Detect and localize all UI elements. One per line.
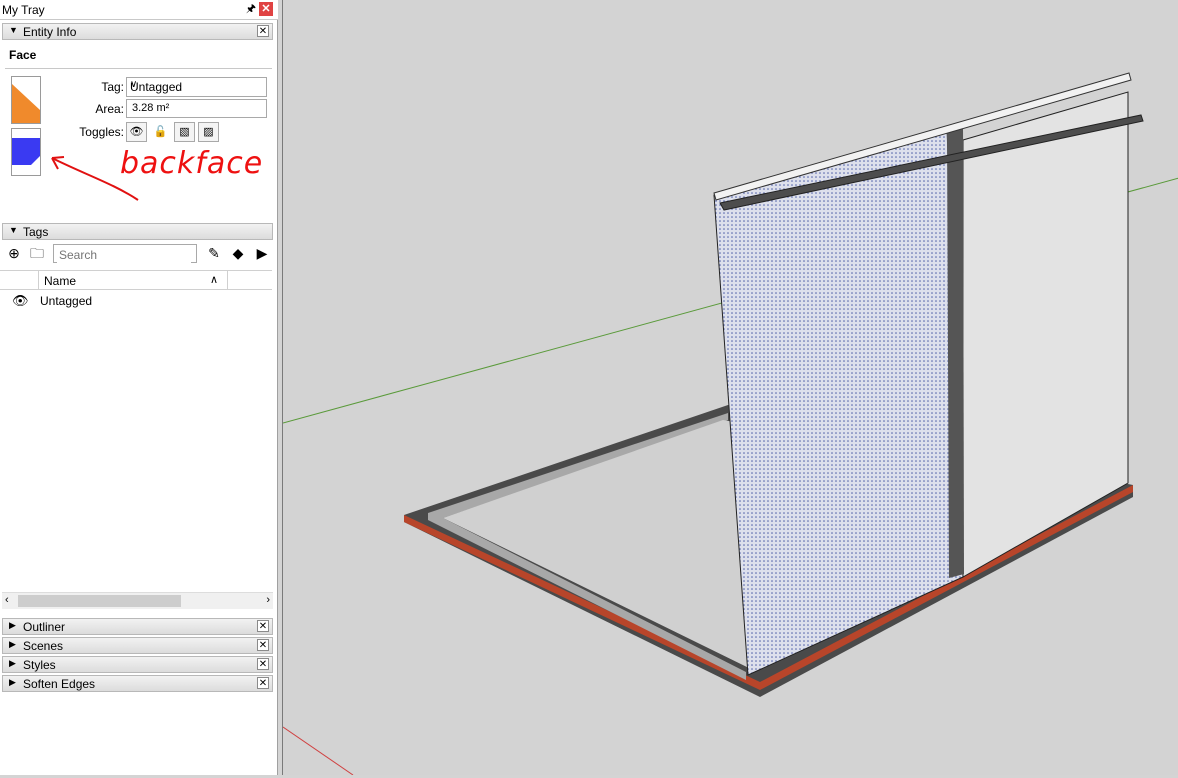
- scenes-title: Scenes: [23, 639, 64, 653]
- tags-title: Tags: [23, 225, 49, 239]
- close-panel-icon[interactable]: ✕: [257, 639, 269, 651]
- sort-ascending-icon: ∧: [210, 274, 219, 286]
- styles-header[interactable]: ▶ Styles ✕: [2, 656, 273, 673]
- add-tag-folder-icon[interactable]: 🗀: [28, 244, 46, 262]
- tray-title: My Tray: [2, 3, 45, 17]
- tags-column-header: Name ∧: [0, 270, 272, 290]
- outliner-header[interactable]: ▶ Outliner ✕: [2, 618, 273, 635]
- details-menu-icon[interactable]: ▶: [253, 244, 271, 262]
- horizontal-scrollbar[interactable]: ‹ ›: [2, 592, 273, 609]
- front-material-icon: [12, 77, 40, 123]
- model-scene: [282, 72, 1178, 776]
- area-value: 3.28 m²: [132, 102, 170, 114]
- backface-annotation: backface: [120, 146, 264, 181]
- scroll-right-icon[interactable]: ›: [266, 594, 270, 606]
- entity-info-header[interactable]: ▼ Entity Info ✕: [2, 23, 273, 40]
- soften-edges-title: Soften Edges: [23, 677, 96, 691]
- scenes-header[interactable]: ▶ Scenes ✕: [2, 637, 273, 654]
- chevron-down-icon: ∨: [130, 79, 138, 90]
- post: [947, 124, 964, 578]
- expand-right-icon: ▶: [9, 658, 16, 668]
- tray-title-bar: My Tray 🖈 ✕: [0, 0, 278, 20]
- area-field: 3.28 m²: [126, 99, 267, 118]
- scroll-thumb[interactable]: [18, 595, 181, 607]
- my-tray: My Tray 🖈 ✕ ▼ Entity Info ✕ Face Tag: Un…: [0, 0, 278, 775]
- tag-dropdown[interactable]: Untagged ∨: [126, 77, 267, 97]
- area-label: Area:: [95, 102, 124, 116]
- red-axis: [282, 726, 354, 776]
- front-face-material-swatch[interactable]: [11, 76, 41, 124]
- close-panel-icon[interactable]: ✕: [257, 620, 269, 632]
- close-panel-icon[interactable]: ✕: [257, 658, 269, 670]
- 3d-viewport[interactable]: [282, 0, 1178, 776]
- visibility-toggle-eye-icon[interactable]: 👁: [126, 122, 147, 142]
- close-panel-icon[interactable]: ✕: [257, 25, 269, 37]
- entity-info-title: Entity Info: [23, 25, 77, 39]
- backface-panel: [713, 127, 964, 676]
- close-panel-icon[interactable]: ✕: [257, 677, 269, 689]
- tray-close-button[interactable]: ✕: [259, 2, 273, 16]
- expand-right-icon: ▶: [9, 620, 16, 630]
- divider: [5, 68, 272, 69]
- receive-shadows-toggle-icon[interactable]: ▨: [198, 122, 219, 142]
- tag-label: Tag:: [101, 80, 124, 94]
- color-by-tag-icon[interactable]: ◆: [229, 244, 247, 262]
- tag-name: Untagged: [40, 294, 93, 308]
- cast-shadows-toggle-icon[interactable]: ▧: [174, 122, 195, 142]
- expand-right-icon: ▶: [9, 677, 16, 687]
- back-face-material-swatch[interactable]: [11, 128, 41, 176]
- scroll-left-icon[interactable]: ‹: [5, 594, 9, 606]
- entity-type-label: Face: [9, 48, 37, 62]
- lock-toggle-icon[interactable]: 🔓: [150, 122, 171, 142]
- tag-row[interactable]: 👁 Untagged: [0, 292, 272, 310]
- toggles-label: Toggles:: [79, 125, 124, 139]
- outliner-title: Outliner: [23, 620, 66, 634]
- expand-down-icon: ▼: [9, 25, 18, 35]
- search-input[interactable]: [57, 246, 191, 263]
- styles-title: Styles: [23, 658, 56, 672]
- expand-right-icon: ▶: [9, 639, 16, 649]
- tag-search-box[interactable]: [53, 244, 197, 263]
- tags-header[interactable]: ▼ Tags: [2, 223, 273, 240]
- pin-icon[interactable]: 🖈: [244, 2, 258, 16]
- name-column-header[interactable]: Name: [44, 274, 76, 288]
- eye-icon[interactable]: 👁: [12, 293, 29, 309]
- add-tag-icon[interactable]: ⊕: [5, 244, 23, 262]
- tag-color-icon[interactable]: ✎: [205, 244, 223, 262]
- expand-down-icon: ▼: [9, 225, 18, 235]
- back-material-icon: [12, 129, 40, 175]
- soften-edges-header[interactable]: ▶ Soften Edges ✕: [2, 675, 273, 692]
